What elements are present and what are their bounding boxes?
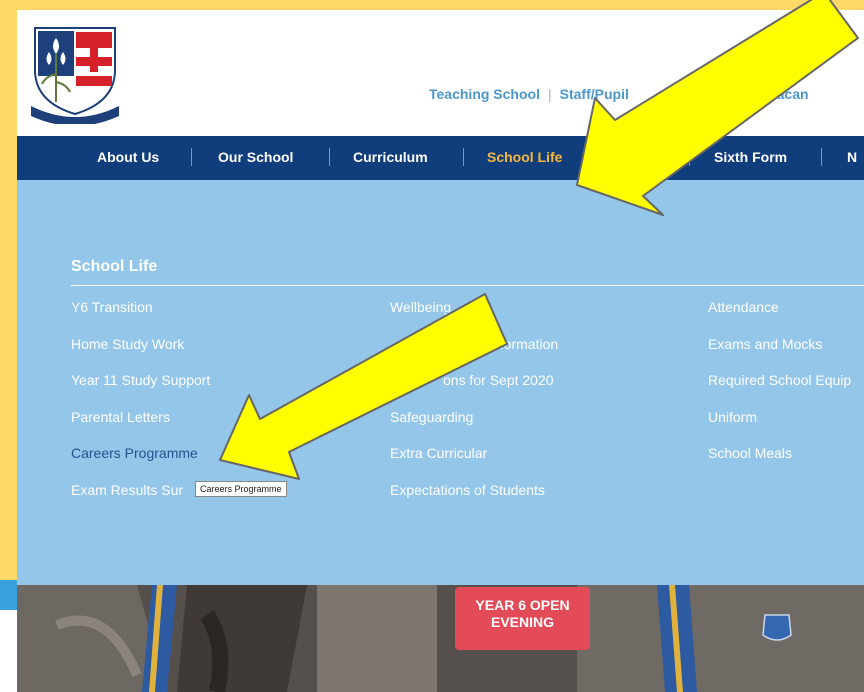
- dropdown-column-3: Attendance Exams and Mocks Required Scho…: [708, 300, 851, 483]
- cta-line-2: EVENING: [490, 614, 554, 630]
- vacancies-link[interactable]: Vacan: [768, 86, 808, 102]
- menu-item-information[interactable]: nformation: [390, 337, 558, 374]
- nav-separator: [689, 148, 690, 166]
- utility-links: Teaching School|Staff/Pupil|entPay|Vacan: [429, 86, 809, 102]
- menu-item-year-11-study-support[interactable]: Year 11 Study Support: [71, 373, 210, 410]
- school-life-dropdown: School Life Y6 Transition Home Study Wor…: [17, 180, 864, 585]
- nav-curriculum[interactable]: Curriculum: [353, 149, 428, 165]
- menu-item-home-study-work[interactable]: Home Study Work: [71, 337, 210, 374]
- nav-sixth-form[interactable]: Sixth Form: [714, 149, 787, 165]
- link-separator: |: [547, 86, 552, 102]
- hero-photo-illustration: [17, 585, 864, 692]
- staff-pupil-link[interactable]: Staff/Pupil: [560, 86, 629, 102]
- teaching-school-link[interactable]: Teaching School: [429, 86, 540, 102]
- nav-news[interactable]: N: [847, 149, 857, 165]
- cta-line-1: YEAR 6 OPEN: [475, 597, 570, 613]
- link-separator: |: [756, 86, 761, 102]
- dropdown-column-2: Wellbeing nformation ons for Sept 2020 S…: [390, 300, 558, 519]
- link-tooltip: Careers Programme: [195, 481, 287, 497]
- menu-item-y6-transition[interactable]: Y6 Transition: [71, 300, 210, 337]
- nav-separator: [463, 148, 464, 166]
- menu-item-uniform[interactable]: Uniform: [708, 410, 851, 447]
- menu-item-careers-programme[interactable]: Careers Programme: [71, 446, 210, 483]
- menu-item-expectations-of-students[interactable]: Expectations of Students: [390, 483, 558, 520]
- dropdown-title: School Life: [71, 258, 158, 275]
- year-6-open-evening-button[interactable]: YEAR 6 OPEN EVENING: [455, 587, 590, 650]
- menu-item-parental-letters[interactable]: Parental Letters: [71, 410, 210, 447]
- dropdown-column-1: Y6 Transition Home Study Work Year 11 St…: [71, 300, 210, 519]
- main-nav: About Us Our School Curriculum School Li…: [17, 136, 864, 194]
- menu-item-required-school-equipment[interactable]: Required School Equip: [708, 373, 851, 410]
- menu-item-wellbeing[interactable]: Wellbeing: [390, 300, 558, 337]
- nav-send[interactable]: END: [628, 149, 658, 165]
- nav-our-school[interactable]: Our School: [218, 149, 293, 165]
- menu-item-exam-results[interactable]: Exam Results Sur: [71, 483, 210, 520]
- site-header: Teaching School|Staff/Pupil|entPay|Vacan: [17, 10, 864, 136]
- annotation-frame-top: [0, 0, 864, 10]
- school-crest-logo[interactable]: [29, 24, 121, 124]
- nav-about-us[interactable]: About Us: [97, 149, 159, 165]
- nav-separator: [821, 148, 822, 166]
- nav-separator: [191, 148, 192, 166]
- menu-item-exams-and-mocks[interactable]: Exams and Mocks: [708, 337, 851, 374]
- parentpay-link[interactable]: entPay: [703, 86, 749, 102]
- menu-item-school-meals[interactable]: School Meals: [708, 446, 851, 483]
- nav-school-life[interactable]: School Life: [487, 149, 562, 165]
- menu-item-sept-2020[interactable]: ons for Sept 2020: [390, 373, 558, 410]
- nav-separator: [329, 148, 330, 166]
- hero-banner-photo: [17, 585, 864, 692]
- menu-item-safeguarding[interactable]: Safeguarding: [390, 410, 558, 447]
- menu-item-extra-curricular[interactable]: Extra Curricular: [390, 446, 558, 483]
- annotation-frame-left: [0, 0, 17, 580]
- dropdown-divider: [71, 285, 864, 286]
- page-edge-strip: [0, 580, 17, 610]
- menu-item-attendance[interactable]: Attendance: [708, 300, 851, 337]
